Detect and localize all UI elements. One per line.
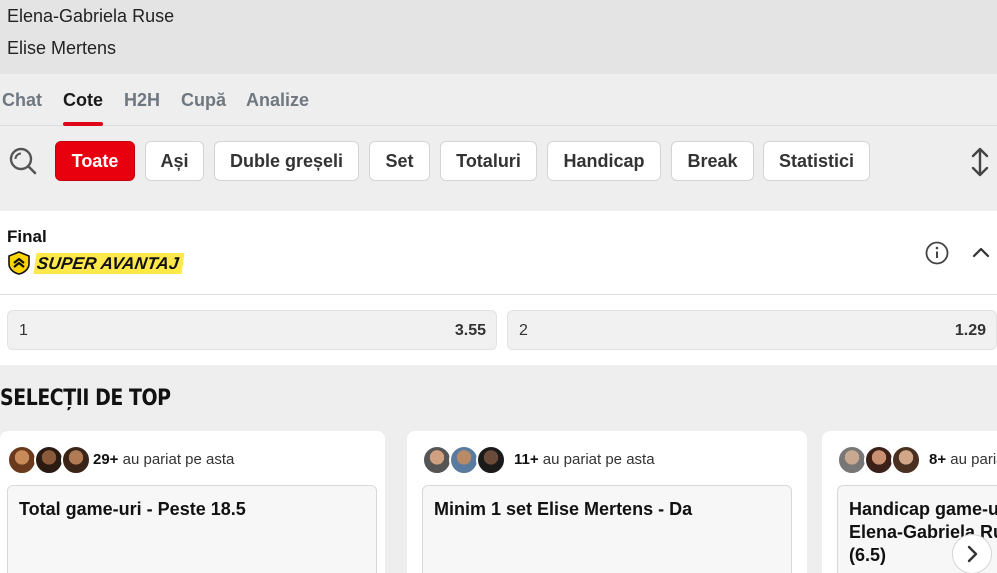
avatar [864,445,894,475]
avatar [837,445,867,475]
player-1-name: Elena-Gabriela Ruse [7,6,175,26]
selection-box[interactable]: Minim 1 set Elise Mertens - Da [422,485,792,573]
selection-box[interactable]: Total game-uri - Peste 18.5 [7,485,377,573]
selection-label: Total game-uri - Peste 18.5 [19,499,246,519]
filter-chip-set[interactable]: Set [369,141,430,181]
outcome-label: 2 [519,322,528,339]
bettors-count: 11+ au pariat pe asta [514,451,655,468]
market-final: Final SUPER AVANTAJ 1 3.55 2 1.29 [0,211,997,365]
info-icon[interactable] [925,241,949,265]
search-icon[interactable] [8,146,38,176]
filter-chip-asi[interactable]: Ași [145,141,204,181]
super-avantaj-badge: SUPER AVANTAJ [7,251,185,275]
avatar [891,445,921,475]
filter-chip-break[interactable]: Break [671,141,754,181]
avatar [7,445,37,475]
avatar [34,445,64,475]
odds-button-1[interactable]: 1 3.55 [7,310,497,350]
bettor-avatars [7,445,97,475]
bettors-count: 29+ au pariat pe asta [93,451,235,468]
active-tab-indicator [63,122,103,126]
badge-label: SUPER AVANTAJ [33,252,185,274]
filter-chip-statistici[interactable]: Statistici [763,141,870,181]
odds-value: 1.29 [954,322,986,339]
avatar [422,445,452,475]
filter-chip-toate[interactable]: Toate [55,141,135,181]
odds-value: 3.55 [454,322,486,339]
filter-chip-duble-greseli[interactable]: Duble greșeli [214,141,359,181]
tab-h2h[interactable]: H2H [124,90,160,111]
avatar [61,445,91,475]
outcome-label: 1 [19,322,28,339]
bettor-avatars [422,445,512,475]
selection-label: Minim 1 set Elise Mertens - Da [434,499,693,519]
shield-chevron-icon [8,251,30,275]
odds-button-2[interactable]: 2 1.29 [507,310,997,350]
match-header: Elena-Gabriela Ruse Elise Mertens [0,0,997,74]
bettor-avatars [837,445,927,475]
tab-cupa[interactable]: Cupă [181,90,226,111]
expand-collapse-icon[interactable] [969,147,991,177]
match-tabs: Chat Cote H2H Cupă Analize [0,74,997,126]
top-selection-card[interactable]: 11+ au pariat pe asta Minim 1 set Elise … [407,431,807,573]
top-selections-title: SELECȚII DE TOP [0,386,171,411]
chevron-right-icon [967,545,978,563]
tab-analize[interactable]: Analize [246,90,309,111]
filter-chip-handicap[interactable]: Handicap [547,141,661,181]
player-2-name: Elise Mertens [7,38,117,58]
divider [0,294,997,295]
avatar [476,445,506,475]
filter-chip-totaluri[interactable]: Totaluri [440,141,537,181]
tab-chat[interactable]: Chat [2,90,42,111]
tab-cote[interactable]: Cote [63,90,103,111]
top-selection-card[interactable]: 29+ au pariat pe asta Total game-uri - P… [0,431,385,573]
chevron-up-icon[interactable] [972,245,990,259]
market-title: Final [7,227,47,246]
avatar [449,445,479,475]
bettors-count: 8+ au pariat pe asta [929,451,997,468]
carousel-next-button[interactable] [952,534,992,573]
